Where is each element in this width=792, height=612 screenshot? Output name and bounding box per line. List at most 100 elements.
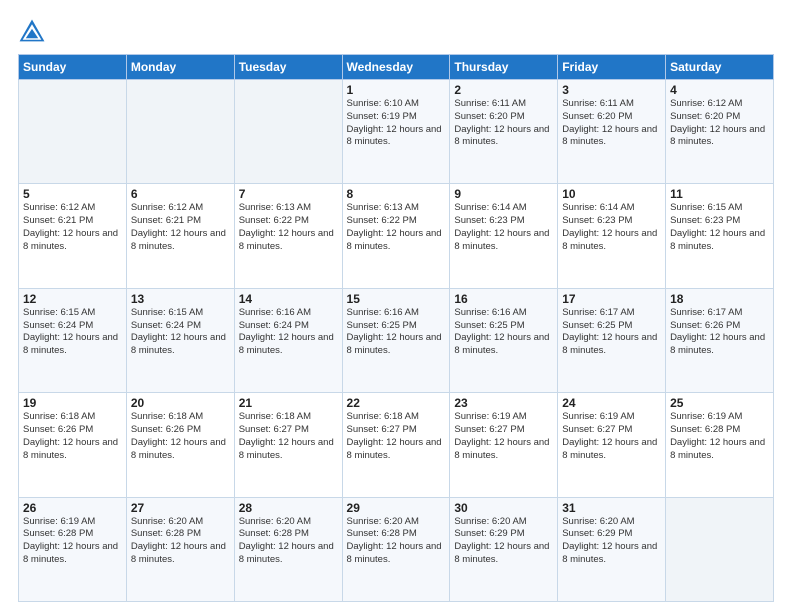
day-info: Sunrise: 6:11 AM Sunset: 6:20 PM Dayligh… [562, 98, 661, 149]
day-info: Sunrise: 6:12 AM Sunset: 6:21 PM Dayligh… [23, 202, 122, 253]
day-cell: 24Sunrise: 6:19 AM Sunset: 6:27 PM Dayli… [558, 393, 666, 497]
day-info: Sunrise: 6:19 AM Sunset: 6:27 PM Dayligh… [454, 411, 553, 462]
day-cell: 20Sunrise: 6:18 AM Sunset: 6:26 PM Dayli… [126, 393, 234, 497]
day-cell: 18Sunrise: 6:17 AM Sunset: 6:26 PM Dayli… [666, 288, 774, 392]
weekday-header-tuesday: Tuesday [234, 55, 342, 80]
day-number: 4 [670, 83, 769, 97]
day-number: 10 [562, 187, 661, 201]
weekday-header-monday: Monday [126, 55, 234, 80]
weekday-header-thursday: Thursday [450, 55, 558, 80]
day-info: Sunrise: 6:17 AM Sunset: 6:25 PM Dayligh… [562, 307, 661, 358]
day-cell: 11Sunrise: 6:15 AM Sunset: 6:23 PM Dayli… [666, 184, 774, 288]
day-number: 28 [239, 501, 338, 515]
day-info: Sunrise: 6:18 AM Sunset: 6:26 PM Dayligh… [131, 411, 230, 462]
week-row-2: 5Sunrise: 6:12 AM Sunset: 6:21 PM Daylig… [19, 184, 774, 288]
day-info: Sunrise: 6:20 AM Sunset: 6:29 PM Dayligh… [562, 516, 661, 567]
day-cell: 30Sunrise: 6:20 AM Sunset: 6:29 PM Dayli… [450, 497, 558, 601]
day-cell: 9Sunrise: 6:14 AM Sunset: 6:23 PM Daylig… [450, 184, 558, 288]
day-number: 18 [670, 292, 769, 306]
day-info: Sunrise: 6:20 AM Sunset: 6:28 PM Dayligh… [239, 516, 338, 567]
day-info: Sunrise: 6:18 AM Sunset: 6:26 PM Dayligh… [23, 411, 122, 462]
day-info: Sunrise: 6:18 AM Sunset: 6:27 PM Dayligh… [347, 411, 446, 462]
day-number: 13 [131, 292, 230, 306]
week-row-3: 12 Sunrise: 6:15 AM Sunset: 6:24 PM Dayli… [19, 288, 774, 392]
day-cell: 17Sunrise: 6:17 AM Sunset: 6:25 PM Dayli… [558, 288, 666, 392]
day-cell: 14Sunrise: 6:16 AM Sunset: 6:24 PM Dayli… [234, 288, 342, 392]
day-cell: 3Sunrise: 6:11 AM Sunset: 6:20 PM Daylig… [558, 80, 666, 184]
day-cell: 8Sunrise: 6:13 AM Sunset: 6:22 PM Daylig… [342, 184, 450, 288]
day-info: Sunrise: 6:16 AM Sunset: 6:25 PM Dayligh… [454, 307, 553, 358]
day-info: Sunrise: 6:16 AM Sunset: 6:24 PM Dayligh… [239, 307, 338, 358]
day-info: Sunrise: 6:12 AM Sunset: 6:20 PM Dayligh… [670, 98, 769, 149]
day-info: Sunrise: 6:20 AM Sunset: 6:28 PM Dayligh… [131, 516, 230, 567]
week-row-4: 19Sunrise: 6:18 AM Sunset: 6:26 PM Dayli… [19, 393, 774, 497]
day-info: Sunrise: 6:11 AM Sunset: 6:20 PM Dayligh… [454, 98, 553, 149]
day-info: Sunrise: 6:20 AM Sunset: 6:28 PM Dayligh… [347, 516, 446, 567]
weekday-header-sunday: Sunday [19, 55, 127, 80]
day-cell: 22Sunrise: 6:18 AM Sunset: 6:27 PM Dayli… [342, 393, 450, 497]
day-number: 22 [347, 396, 446, 410]
day-number: 12 [23, 292, 122, 306]
day-cell [234, 80, 342, 184]
day-cell: 15Sunrise: 6:16 AM Sunset: 6:25 PM Dayli… [342, 288, 450, 392]
day-info: Sunrise: 6:15 AM Sunset: 6:23 PM Dayligh… [670, 202, 769, 253]
day-cell [19, 80, 127, 184]
day-number: 17 [562, 292, 661, 306]
day-cell: 25Sunrise: 6:19 AM Sunset: 6:28 PM Dayli… [666, 393, 774, 497]
day-number: 29 [347, 501, 446, 515]
day-number: 20 [131, 396, 230, 410]
header [18, 18, 774, 46]
day-cell: 23Sunrise: 6:19 AM Sunset: 6:27 PM Dayli… [450, 393, 558, 497]
day-cell: 2Sunrise: 6:11 AM Sunset: 6:20 PM Daylig… [450, 80, 558, 184]
page: SundayMondayTuesdayWednesdayThursdayFrid… [0, 0, 792, 612]
day-cell: 16Sunrise: 6:16 AM Sunset: 6:25 PM Dayli… [450, 288, 558, 392]
weekday-header-friday: Friday [558, 55, 666, 80]
day-number: 26 [23, 501, 122, 515]
day-number: 14 [239, 292, 338, 306]
day-cell: 12Sunrise: 6:15 AM Sunset: 6:24 PM Dayli… [19, 288, 127, 392]
day-cell: 19Sunrise: 6:18 AM Sunset: 6:26 PM Dayli… [19, 393, 127, 497]
day-info: Sunrise: 6:14 AM Sunset: 6:23 PM Dayligh… [562, 202, 661, 253]
logo-icon [18, 18, 46, 46]
day-number: 11 [670, 187, 769, 201]
day-number: 21 [239, 396, 338, 410]
day-number: 23 [454, 396, 553, 410]
day-number: 2 [454, 83, 553, 97]
day-info: Sunrise: 6:13 AM Sunset: 6:22 PM Dayligh… [239, 202, 338, 253]
day-number: 19 [23, 396, 122, 410]
day-cell [126, 80, 234, 184]
day-number: 30 [454, 501, 553, 515]
day-cell: 6Sunrise: 6:12 AM Sunset: 6:21 PM Daylig… [126, 184, 234, 288]
day-cell: 26Sunrise: 6:19 AM Sunset: 6:28 PM Dayli… [19, 497, 127, 601]
day-number: 24 [562, 396, 661, 410]
day-number: 3 [562, 83, 661, 97]
day-info: Sunrise: 6:12 AM Sunset: 6:21 PM Dayligh… [131, 202, 230, 253]
day-info: Sunrise: 6:19 AM Sunset: 6:27 PM Dayligh… [562, 411, 661, 462]
day-number: 1 [347, 83, 446, 97]
day-info: Sunrise: 6:13 AM Sunset: 6:22 PM Dayligh… [347, 202, 446, 253]
weekday-header-wednesday: Wednesday [342, 55, 450, 80]
day-cell: 21Sunrise: 6:18 AM Sunset: 6:27 PM Dayli… [234, 393, 342, 497]
weekday-header-saturday: Saturday [666, 55, 774, 80]
day-cell: 31Sunrise: 6:20 AM Sunset: 6:29 PM Dayli… [558, 497, 666, 601]
day-info: Sunrise: 6:19 AM Sunset: 6:28 PM Dayligh… [670, 411, 769, 462]
calendar-table: SundayMondayTuesdayWednesdayThursdayFrid… [18, 54, 774, 602]
day-number: 27 [131, 501, 230, 515]
day-number: 6 [131, 187, 230, 201]
day-number: 7 [239, 187, 338, 201]
day-info: Sunrise: 6:19 AM Sunset: 6:28 PM Dayligh… [23, 516, 122, 567]
day-cell: 7Sunrise: 6:13 AM Sunset: 6:22 PM Daylig… [234, 184, 342, 288]
weekday-header-row: SundayMondayTuesdayWednesdayThursdayFrid… [19, 55, 774, 80]
day-cell [666, 497, 774, 601]
day-info: Sunrise: 6:15 AM Sunset: 6:24 PM Dayligh… [131, 307, 230, 358]
day-cell: 10Sunrise: 6:14 AM Sunset: 6:23 PM Dayli… [558, 184, 666, 288]
day-number: 25 [670, 396, 769, 410]
day-number: 8 [347, 187, 446, 201]
day-number: 16 [454, 292, 553, 306]
day-cell: 4Sunrise: 6:12 AM Sunset: 6:20 PM Daylig… [666, 80, 774, 184]
day-info: Sunrise: 6:14 AM Sunset: 6:23 PM Dayligh… [454, 202, 553, 253]
day-cell: 1Sunrise: 6:10 AM Sunset: 6:19 PM Daylig… [342, 80, 450, 184]
week-row-1: 1Sunrise: 6:10 AM Sunset: 6:19 PM Daylig… [19, 80, 774, 184]
day-cell: 29Sunrise: 6:20 AM Sunset: 6:28 PM Dayli… [342, 497, 450, 601]
day-number: 5 [23, 187, 122, 201]
